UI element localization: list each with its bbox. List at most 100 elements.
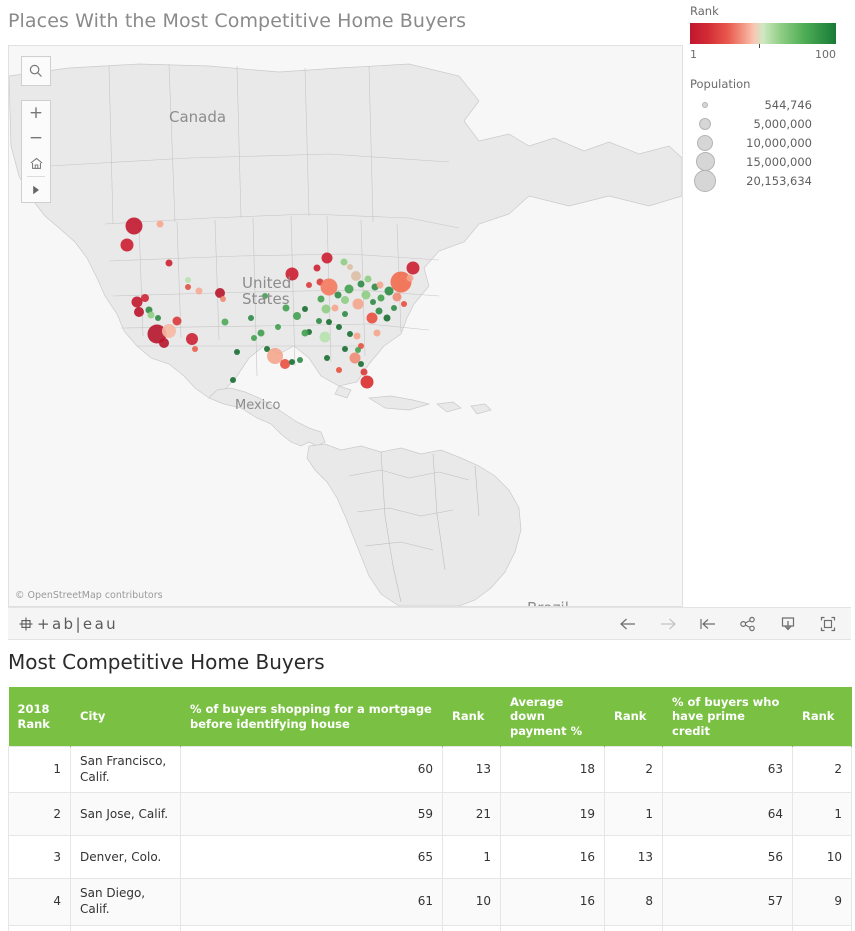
map-data-point[interactable] (162, 324, 176, 338)
map-data-point[interactable] (172, 316, 182, 326)
map-data-point[interactable] (165, 259, 173, 267)
table-column-header[interactable]: % of buyers who have prime credit (662, 687, 793, 747)
share-icon[interactable] (739, 615, 757, 633)
map-data-point[interactable] (192, 346, 198, 352)
map-data-point[interactable] (289, 359, 295, 365)
map-data-point[interactable] (317, 295, 325, 303)
map-data-point[interactable] (326, 319, 332, 325)
map-data-point[interactable] (147, 311, 155, 319)
map-data-point[interactable] (220, 296, 226, 302)
map-data-point[interactable] (297, 357, 303, 363)
table-column-header[interactable]: Rank (604, 687, 663, 747)
map-data-point[interactable] (316, 318, 322, 324)
map-data-point[interactable] (248, 315, 254, 321)
table-column-header[interactable]: Rank (792, 687, 852, 747)
map-data-point[interactable] (131, 296, 143, 308)
map-data-point[interactable] (257, 329, 265, 337)
map-data-point[interactable] (364, 275, 372, 283)
map-data-point[interactable] (342, 311, 348, 317)
map-data-point[interactable] (302, 306, 308, 312)
map-options-button[interactable] (22, 177, 50, 202)
table-column-header[interactable]: % of buyers shopping for a mortgage befo… (180, 687, 443, 747)
map-data-point[interactable] (360, 375, 374, 389)
table-row[interactable]: 5Ventura, Calif.6018169575 (8, 924, 852, 931)
table-row[interactable]: 2 San Jose, Calif. 59 21 19 1 64 1 (8, 792, 852, 837)
map-data-point[interactable] (234, 349, 240, 355)
map-data-point[interactable] (373, 329, 381, 337)
map-data-point[interactable] (377, 294, 385, 302)
map-data-point[interactable] (406, 261, 420, 275)
map-data-point[interactable] (334, 291, 342, 299)
map-data-point[interactable] (313, 264, 321, 272)
map-data-point[interactable] (347, 331, 353, 337)
map-data-point[interactable] (366, 312, 378, 324)
map-data-point[interactable] (186, 333, 198, 345)
map-data-point[interactable] (361, 290, 371, 300)
map-data-point[interactable] (344, 284, 354, 294)
map-data-point[interactable] (319, 331, 331, 343)
map-data-point[interactable] (376, 281, 384, 289)
back-icon[interactable] (619, 615, 637, 633)
map-data-point[interactable] (301, 329, 309, 337)
map-data-point[interactable] (134, 307, 144, 317)
map-data-point[interactable] (185, 284, 191, 290)
map-data-point[interactable] (353, 332, 361, 340)
tableau-toolbar[interactable]: +ab|eau (8, 607, 851, 640)
map-data-point[interactable] (221, 318, 229, 326)
map-data-point[interactable] (120, 238, 134, 252)
map-data-point[interactable] (336, 324, 342, 330)
map-data-point[interactable] (195, 287, 203, 295)
map-data-point[interactable] (321, 304, 331, 314)
map-data-point[interactable] (320, 278, 338, 296)
map-data-point[interactable] (360, 368, 368, 376)
forward-icon[interactable] (659, 615, 677, 633)
map-data-point[interactable] (375, 307, 383, 315)
map-data-point[interactable] (185, 277, 191, 283)
table-row[interactable]: 1 San Francisco, Calif. 60 13 18 2 63 2 (8, 746, 852, 794)
map-data-point[interactable] (392, 292, 402, 302)
zoom-in-button[interactable]: + (22, 101, 50, 126)
map-data-point[interactable] (159, 338, 169, 348)
home-button[interactable] (22, 151, 50, 176)
map-search-button[interactable] (21, 56, 51, 86)
map-data-point[interactable] (251, 335, 257, 341)
map-data-point[interactable] (406, 274, 414, 282)
map-data-point[interactable] (155, 315, 161, 321)
map-data-point[interactable] (230, 377, 236, 383)
map-data-point[interactable] (340, 258, 348, 266)
map-data-point[interactable] (342, 346, 348, 352)
map-data-point[interactable] (306, 282, 312, 288)
map-data-point[interactable] (285, 267, 299, 281)
map-data-point[interactable] (324, 355, 330, 361)
map-data-point[interactable] (355, 347, 361, 353)
map-data-point[interactable] (357, 280, 365, 288)
map-data-point[interactable] (280, 359, 290, 369)
table-column-header[interactable]: 2018 Rank (8, 687, 71, 747)
map-data-point[interactable] (341, 296, 349, 304)
tableau-logo[interactable]: +ab|eau (18, 615, 118, 633)
map-data-point[interactable] (336, 367, 342, 373)
map-data-point[interactable] (275, 324, 281, 330)
map-data-point[interactable] (358, 361, 364, 367)
map-data-point[interactable] (125, 217, 143, 235)
map-data-point[interactable] (293, 312, 301, 320)
map-panel[interactable]: CanadaUnitedStatesMexicoPeruBrazil © Ope… (8, 45, 683, 607)
download-icon[interactable] (779, 615, 797, 633)
map-data-point[interactable] (401, 301, 407, 307)
map-data-point[interactable] (391, 305, 397, 311)
map-data-point[interactable] (390, 271, 412, 293)
map-data-point[interactable] (352, 298, 364, 310)
map-data-point[interactable] (141, 294, 149, 302)
map-data-point[interactable] (351, 271, 361, 281)
map-data-point[interactable] (267, 348, 283, 364)
map-data-point[interactable] (331, 304, 339, 312)
table-row[interactable]: 4 San Diego, Calif. 61 10 16 8 57 9 (8, 878, 852, 926)
map-zoom-controls[interactable]: + − (21, 100, 51, 203)
map-data-point[interactable] (383, 314, 391, 322)
table-column-header[interactable]: Average down payment % (500, 687, 605, 747)
map-data-point[interactable] (282, 304, 290, 312)
table-column-header[interactable]: Rank (442, 687, 501, 747)
table-row[interactable]: 3 Denver, Colo. 65 1 16 13 56 10 (8, 835, 852, 880)
revert-icon[interactable] (699, 615, 717, 633)
zoom-out-button[interactable]: − (22, 126, 50, 151)
